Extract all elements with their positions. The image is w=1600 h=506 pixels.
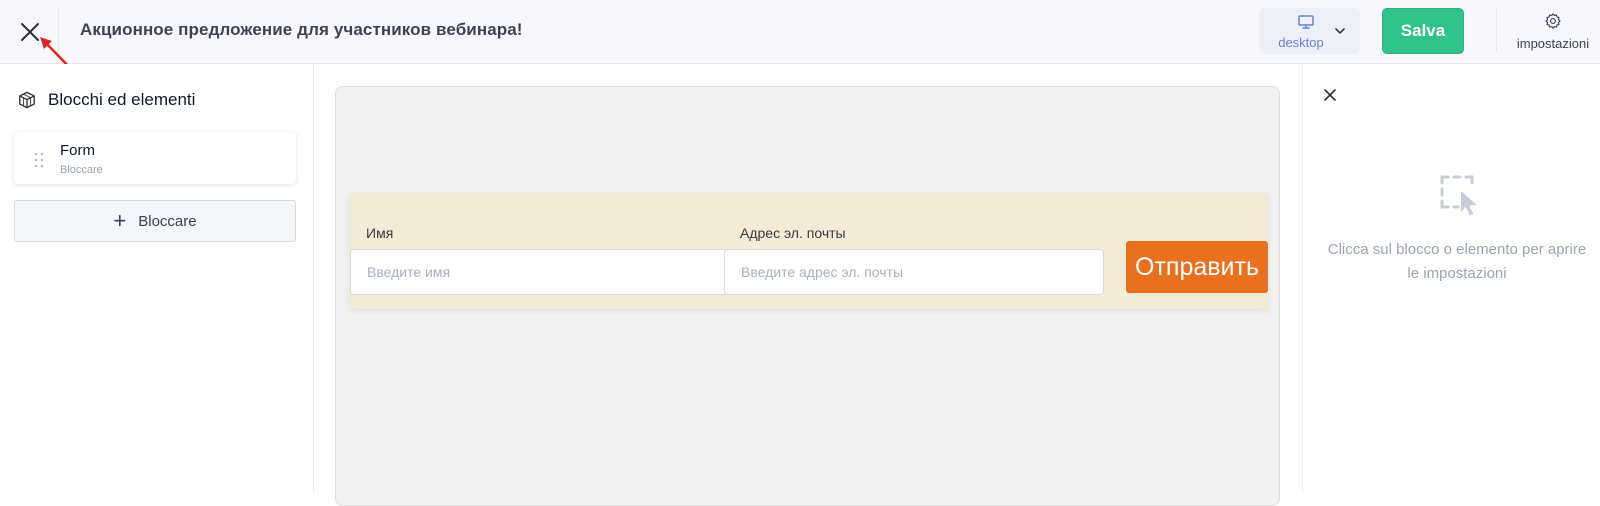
plus-icon: + xyxy=(113,208,127,233)
submit-button[interactable]: Отправить xyxy=(1126,241,1268,293)
gear-icon xyxy=(1545,13,1561,29)
chevron-down-icon xyxy=(1335,28,1345,34)
sidebar-header: Blocchi ed elementi xyxy=(18,90,195,110)
sidebar-title: Blocchi ed elementi xyxy=(48,90,196,109)
close-icon[interactable] xyxy=(1323,88,1337,102)
page-title: Акционное предложение для участников веб… xyxy=(80,20,523,39)
header-divider xyxy=(58,8,59,52)
email-input[interactable] xyxy=(724,249,1104,295)
name-field-label: Имя xyxy=(366,225,394,241)
page-canvas[interactable]: Имя Адрес эл. почты Отправить xyxy=(335,86,1280,506)
drag-handle-icon[interactable] xyxy=(34,152,44,168)
add-block-button[interactable]: + Bloccare xyxy=(14,200,296,242)
save-button[interactable]: Salva xyxy=(1382,8,1464,54)
settings-panel: Clicca sul blocco o elemento per aprire … xyxy=(1302,64,1600,492)
add-block-label: Bloccare xyxy=(138,212,197,230)
device-label: desktop xyxy=(1278,35,1324,50)
device-selector[interactable]: desktop xyxy=(1259,8,1360,54)
block-type: Bloccare xyxy=(60,164,103,176)
select-cursor-icon xyxy=(1440,175,1477,216)
settings-label: impostazioni xyxy=(1516,36,1590,51)
form-block[interactable]: Имя Адрес эл. почты Отправить xyxy=(350,193,1268,309)
block-name: Form xyxy=(60,142,95,159)
monitor-icon xyxy=(1298,15,1314,29)
editor-canvas-area: Имя Адрес эл. почты Отправить xyxy=(314,64,1302,506)
email-field-label: Адрес эл. почты xyxy=(740,225,846,241)
block-item-form[interactable]: Form Bloccare xyxy=(14,132,296,184)
settings-hint: Clicca sul blocco o elemento per aprire … xyxy=(1327,241,1587,282)
cube-icon xyxy=(19,91,35,109)
settings-button[interactable]: impostazioni xyxy=(1510,10,1596,54)
name-input[interactable] xyxy=(350,249,730,295)
blocks-sidebar: Blocchi ed elementi Form Bloccare + Bloc… xyxy=(0,64,314,492)
header-divider xyxy=(1496,8,1497,52)
top-toolbar: Акционное предложение для участников веб… xyxy=(0,0,1600,76)
